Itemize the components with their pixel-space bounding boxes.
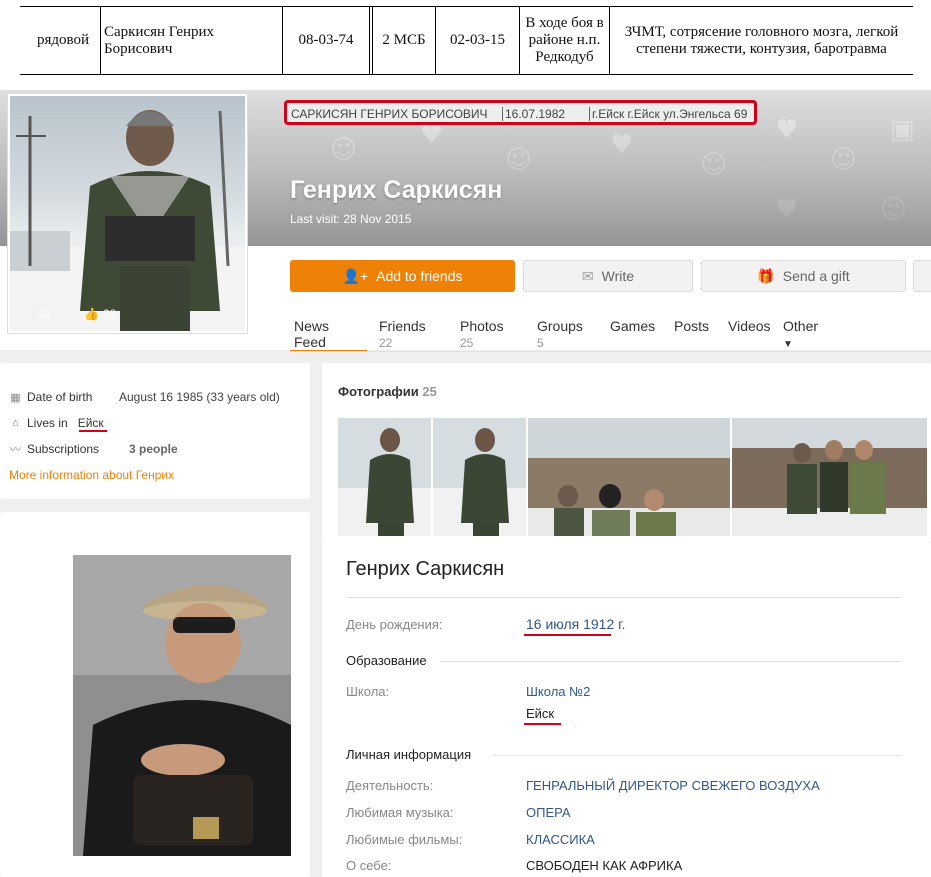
record-date-cell: 02-03-15 (435, 7, 519, 74)
tab-games[interactable]: Games (610, 318, 655, 334)
activity-label: Деятельность: (346, 778, 434, 793)
films-label: Любимые фильмы: (346, 832, 463, 847)
record-name-line2: Борисович (104, 40, 173, 57)
vk-profile-card (322, 543, 931, 877)
lives-row: ⌂ Lives in Ейск (9, 416, 104, 430)
subscriptions-row: 〰 Subscriptions 3 people (9, 442, 178, 456)
tab-other[interactable]: Other ▼ (783, 318, 818, 350)
like-icon: 👍 (84, 307, 99, 321)
rss-icon: 〰 (10, 444, 21, 456)
music-label: Любимая музыка: (346, 805, 454, 820)
highlight-dob: 16.07.1982 (502, 107, 565, 121)
photo-thumb[interactable] (338, 418, 431, 536)
tab-photos[interactable]: Photos 25 (460, 318, 504, 350)
record-place-line2: районе н.п. (528, 32, 601, 48)
record-unit-cell: 2 МСБ (372, 7, 435, 74)
record-place-line3: Редкодуб (535, 49, 594, 65)
dob-label: Date of birth (27, 390, 93, 404)
divider (492, 755, 902, 756)
add-to-friends-button[interactable]: 👤+ Add to friends (290, 260, 515, 292)
tab-friends[interactable]: Friends 22 (379, 318, 426, 350)
lives-value[interactable]: Ейск (78, 416, 104, 430)
dob-value: August 16 1985 (33 years old) (119, 390, 280, 404)
send-gift-button[interactable]: 🎁 Send a gift (701, 260, 906, 292)
films-value[interactable]: КЛАССИКА (526, 832, 595, 847)
highlight-full-name: САРКИСЯН ГЕНРИХ БОРИСОВИЧ (291, 107, 488, 121)
record-rank: рядовой (36, 32, 90, 48)
profile-name: Генрих Саркисян (290, 176, 503, 204)
school-city-underline (524, 723, 561, 725)
birthday-label: День рождения: (346, 617, 443, 632)
record-unit: 2 МСБ (382, 32, 426, 48)
gift-icon: 🎁 (757, 267, 775, 284)
personal-header: Личная информация (346, 747, 472, 762)
calendar-icon: ▦ (10, 391, 21, 404)
record-name-line1: Саркисян Генрих (104, 23, 215, 40)
record-name-cell: Саркисян Генрих Борисович (100, 7, 282, 74)
music-value[interactable]: ОПЕРА (526, 805, 571, 820)
divider (346, 597, 902, 598)
record-date: 02-03-15 (450, 32, 505, 48)
about-label: О себе: (346, 858, 392, 873)
school-value[interactable]: Школа №2 (526, 684, 590, 699)
birthday-value[interactable]: 16 июля 1912 г. (526, 616, 625, 632)
highlight-address: г.Ейск г.Ейск ул.Энгельса 69 (589, 107, 747, 121)
lives-label: Lives in (27, 416, 68, 430)
tab-videos[interactable]: Videos (728, 318, 771, 334)
dob-row: ▦ Date of birth August 16 1985 (33 years… (9, 390, 280, 404)
chevron-down-icon: ▼ (783, 339, 793, 350)
photo-thumb[interactable] (528, 418, 730, 536)
record-birth-cell: 08-03-74 (282, 7, 369, 74)
education-header: Образование (346, 653, 427, 668)
record-table: рядовой Саркисян Генрих Борисович 08-03-… (20, 6, 913, 75)
envelope-icon: ✉ (581, 267, 594, 284)
school-label: Школа: (346, 684, 390, 699)
more-info-link[interactable]: More information about Генрих (9, 468, 174, 482)
photos-count: 25 (422, 384, 437, 399)
write-label: Write (601, 268, 635, 284)
tab-posts[interactable]: Posts (674, 318, 709, 334)
secondary-profile-photo[interactable] (73, 555, 291, 856)
highlight-record-box: САРКИСЯН ГЕНРИХ БОРИСОВИЧ 16.07.1982 г.Е… (284, 100, 757, 125)
tab-news-feed[interactable]: News Feed (294, 318, 329, 350)
record-rank-cell: рядовой (20, 7, 100, 74)
photos-title[interactable]: Фотографии 25 (338, 384, 437, 399)
more-actions-button[interactable] (913, 260, 931, 292)
home-icon: ⌂ (12, 417, 19, 429)
vk-profile-name: Генрих Саркисян (346, 558, 505, 580)
lives-underline (79, 430, 107, 432)
more-info-row: More information about Генрих (9, 468, 174, 482)
birthday-underline (524, 634, 611, 636)
tab-groups[interactable]: Groups 5 (537, 318, 583, 350)
subs-value[interactable]: 3 people (129, 442, 178, 456)
subs-label: Subscriptions (27, 442, 100, 456)
activity-value[interactable]: ГЕНРАЛЬНЫЙ ДИРЕКТОР СВЕЖЕГО ВОЗДУХА (526, 778, 820, 793)
school-city[interactable]: Ейск (526, 706, 554, 721)
record-injury-line2: степени тяжести, контузия, баротравма (636, 40, 887, 57)
profile-avatar[interactable]: 12 👍 28 (7, 93, 248, 334)
record-place-cell: В ходе боя в районе н.п. Редкодуб (519, 7, 609, 74)
record-birth-date: 08-03-74 (298, 32, 354, 48)
avatar-likes[interactable]: 👍 28 (84, 307, 116, 321)
divider (440, 661, 902, 662)
write-button[interactable]: ✉ Write (523, 260, 693, 292)
add-to-friends-label: Add to friends (376, 268, 463, 284)
avatar-comments-count: 12 (38, 307, 52, 321)
avatar-likes-count: 28 (102, 307, 117, 321)
record-injury-line1: ЗЧМТ, сотрясение головного мозга, легкой (624, 23, 899, 40)
send-gift-label: Send a gift (782, 268, 850, 284)
last-visit: Last visit: 28 Nov 2015 (290, 212, 412, 226)
avatar-photo (10, 96, 245, 331)
photo-thumb[interactable] (732, 418, 927, 536)
record-place-line1: В ходе боя в (525, 15, 604, 31)
photo-thumb[interactable] (433, 418, 526, 536)
record-injury-cell: ЗЧМТ, сотрясение головного мозга, легкой… (609, 7, 913, 74)
add-friend-icon: 👤+ (342, 267, 369, 284)
about-value: СВОБОДЕН КАК АФРИКА (526, 858, 683, 873)
